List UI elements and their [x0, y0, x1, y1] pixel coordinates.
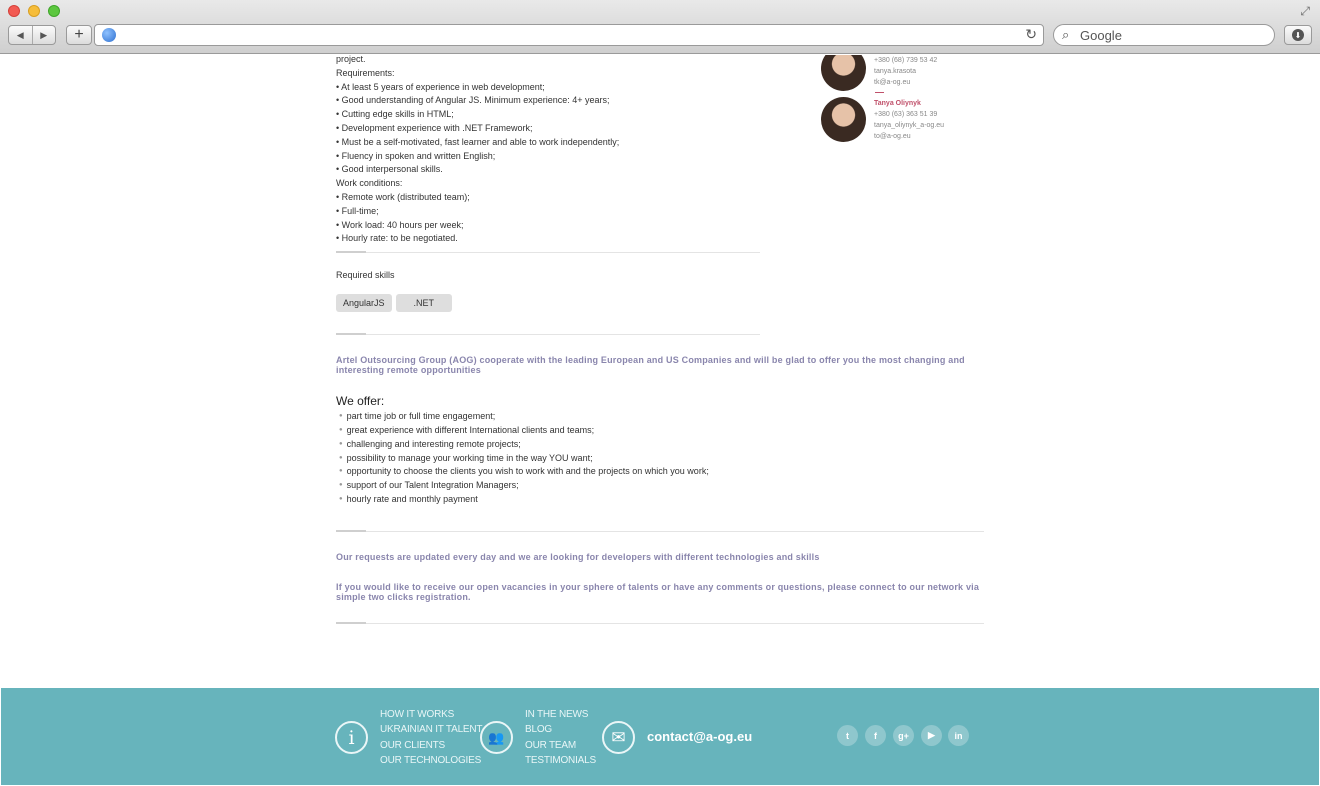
list-item: great experience with different Internat… — [336, 424, 986, 438]
footer-link[interactable]: OUR TEAM — [525, 738, 596, 753]
job-line: • Good interpersonal skills. — [336, 164, 443, 175]
offer-title: We offer: — [336, 394, 385, 409]
offer-list: part time job or full time engagement; g… — [336, 410, 986, 507]
youtube-icon[interactable]: ▶ — [921, 725, 942, 746]
list-item: part time job or full time engagement; — [336, 410, 986, 424]
back-button[interactable]: ◀ — [9, 26, 33, 44]
section-divider — [336, 251, 760, 254]
google-plus-icon[interactable]: g+ — [893, 725, 914, 746]
job-line: • Hourly rate: to be negotiated. — [336, 233, 458, 244]
job-line: • Good understanding of Angular JS. Mini… — [336, 95, 610, 106]
job-line: • Fluency in spoken and written English; — [336, 150, 496, 161]
skill-tag[interactable]: .NET — [395, 294, 453, 313]
globe-icon — [102, 28, 116, 42]
job-line: • Full-time; — [336, 205, 379, 216]
job-line: • Development experience with .NET Frame… — [336, 122, 533, 133]
updates-text: Our requests are updated every day and w… — [336, 551, 820, 562]
minimize-window-button[interactable] — [28, 5, 40, 17]
skill-tag[interactable]: AngularJS — [336, 294, 392, 313]
zoom-window-button[interactable] — [48, 5, 60, 17]
skills-list: AngularJS .NET — [336, 294, 986, 313]
web-page: +380 (68) 739 53 42 tanya.krasota tk@a-o… — [1, 55, 1319, 786]
info-icon: i — [335, 721, 368, 754]
history-nav: ◀ ▶ — [8, 25, 56, 45]
job-line: Requirements: — [336, 67, 395, 78]
job-requirements: project. Requirements: • At least 5 year… — [336, 55, 986, 246]
list-item: possibility to manage your working time … — [336, 452, 986, 466]
close-window-button[interactable] — [8, 5, 20, 17]
job-description: project. Requirements: • At least 5 year… — [336, 55, 986, 624]
footer-link[interactable]: UKRAINIAN IT TALENT — [380, 722, 483, 737]
magnifier-icon: ⌕ — [1062, 27, 1070, 42]
job-line: • Remote work (distributed team); — [336, 191, 470, 202]
job-line: • Work load: 40 hours per week; — [336, 219, 464, 230]
list-item: opportunity to choose the clients you wi… — [336, 465, 986, 479]
section-divider — [336, 529, 984, 532]
forward-button[interactable]: ▶ — [33, 26, 56, 44]
footer-link[interactable]: IN THE NEWS — [525, 707, 596, 722]
job-line: • Must be a self-motivated, fast learner… — [336, 136, 620, 147]
fullscreen-icon[interactable]: ⤢ — [1300, 4, 1310, 19]
contact-email-link[interactable]: contact@a-og.eu — [647, 729, 752, 744]
job-line: • At least 5 years of experience in web … — [336, 81, 545, 92]
mail-icon: ✉ — [602, 721, 635, 754]
footer-link[interactable]: HOW IT WORKS — [380, 707, 482, 722]
job-line: • Cutting edge skills in HTML; — [336, 109, 454, 120]
list-item: support of our Talent Integration Manage… — [336, 479, 986, 493]
downloads-button[interactable]: ⬇ — [1284, 25, 1312, 45]
footer-link[interactable]: BLOG — [525, 722, 596, 737]
search-placeholder: Google — [1080, 28, 1122, 43]
footer-nav-col-1: HOW IT WORKS UKRAINIAN IT TALENT OUR CLI… — [380, 707, 483, 768]
connect-text: If you would like to receive our open va… — [336, 581, 980, 602]
new-tab-button[interactable]: + — [66, 25, 92, 45]
required-skills-title: Required skills — [336, 270, 395, 281]
section-divider — [336, 333, 760, 336]
reload-button[interactable]: ↻ — [1025, 26, 1037, 43]
twitter-icon[interactable]: t — [837, 725, 858, 746]
footer-link[interactable]: OUR CLIENTS — [380, 738, 482, 753]
list-item: challenging and interesting remote proje… — [336, 438, 986, 452]
download-icon: ⬇ — [1292, 29, 1304, 41]
address-bar[interactable]: ↻ — [94, 24, 1044, 46]
linkedin-icon[interactable]: in — [948, 725, 969, 746]
list-item: hourly rate and monthly payment — [336, 493, 986, 507]
job-line: project. — [336, 55, 366, 64]
site-footer: i HOW IT WORKS UKRAINIAN IT TALENT OUR C… — [1, 688, 1319, 785]
footer-nav-col-2: IN THE NEWS BLOG OUR TEAM TESTIMONIALS — [525, 707, 596, 768]
footer-link[interactable]: OUR TECHNOLOGIES — [380, 753, 482, 768]
search-input[interactable]: ⌕ Google — [1053, 24, 1275, 46]
facebook-icon[interactable]: f — [865, 725, 886, 746]
browser-toolbar: ⤢ ◀ ▶ + ↻ ⌕ Google ⬇ — [0, 0, 1320, 54]
footer-link[interactable]: TESTIMONIALS — [525, 753, 596, 768]
intro-text: Artel Outsourcing Group (AOG) cooperate … — [336, 355, 965, 376]
section-divider — [336, 621, 984, 624]
team-icon: 👥 — [480, 721, 513, 754]
job-line: Work conditions: — [336, 178, 403, 189]
